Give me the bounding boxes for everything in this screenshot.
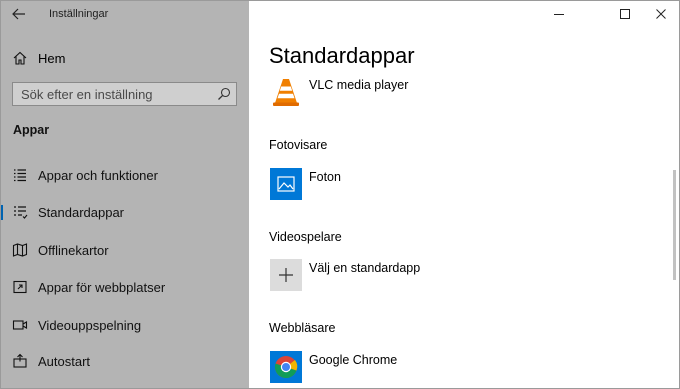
sidebar-item-apps-for-websites[interactable]: Appar för webbplatser <box>0 272 249 302</box>
search-icon[interactable] <box>217 87 231 101</box>
video-icon <box>12 320 28 330</box>
back-button[interactable] <box>10 5 28 23</box>
minimize-button[interactable] <box>542 0 576 28</box>
search-box[interactable] <box>12 82 237 106</box>
sidebar: Inställningar Hem Appar Appar och funkti… <box>0 0 249 389</box>
photo-app-name: Foton <box>309 170 341 184</box>
music-app-button[interactable]: VLC media player <box>270 76 600 110</box>
photo-app-button[interactable]: Foton <box>270 168 600 202</box>
close-button[interactable] <box>644 0 678 28</box>
section-title: Appar <box>13 123 50 137</box>
main-content: Standardappar VLC media player Fotovisar… <box>249 0 680 389</box>
home-link[interactable]: Hem <box>0 44 249 72</box>
chrome-icon <box>270 351 302 383</box>
window-title: Inställningar <box>49 8 109 20</box>
sidebar-item-label: Appar för webbplatser <box>38 280 166 295</box>
category-web-browser: Webbläsare <box>269 321 336 335</box>
home-icon <box>13 51 27 65</box>
category-video-player: Videospelare <box>269 230 342 244</box>
close-icon <box>656 9 666 19</box>
sidebar-item-label: Offlinekartor <box>38 243 109 258</box>
vlc-cone-icon <box>270 76 302 108</box>
sidebar-item-startup[interactable]: Autostart <box>0 346 249 376</box>
sidebar-item-label: Autostart <box>38 354 91 369</box>
plus-icon <box>270 259 302 291</box>
default-apps-icon <box>14 206 28 219</box>
page-title: Standardappar <box>269 43 415 68</box>
video-app-name: Välj en standardapp <box>309 261 421 275</box>
startup-icon <box>13 353 27 368</box>
back-arrow-icon <box>12 8 25 20</box>
scrollbar[interactable] <box>673 170 676 280</box>
browser-app-button[interactable]: Google Chrome <box>270 351 600 385</box>
photos-icon <box>270 168 302 200</box>
home-label: Hem <box>38 51 66 66</box>
sidebar-item-offline-maps[interactable]: Offlinekartor <box>0 235 249 265</box>
sidebar-item-label: Standardappar <box>38 205 125 220</box>
search-input[interactable] <box>21 85 211 103</box>
list-icon <box>14 169 26 182</box>
sidebar-item-apps-and-features[interactable]: Appar och funktioner <box>0 160 249 190</box>
category-photo-viewer: Fotovisare <box>269 138 328 152</box>
sidebar-item-default-apps[interactable]: Standardappar <box>0 197 249 227</box>
open-external-icon <box>13 280 27 294</box>
sidebar-item-video-playback[interactable]: Videouppspelning <box>0 310 249 340</box>
video-app-button[interactable]: Välj en standardapp <box>270 259 600 293</box>
sidebar-item-label: Appar och funktioner <box>38 168 158 183</box>
browser-app-name: Google Chrome <box>309 353 398 367</box>
minimize-icon <box>554 14 564 15</box>
music-app-name: VLC media player <box>309 78 409 92</box>
maximize-button[interactable] <box>608 0 642 28</box>
sidebar-item-label: Videouppspelning <box>38 318 142 333</box>
map-icon <box>12 243 28 257</box>
maximize-icon <box>620 9 630 19</box>
selection-indicator <box>0 205 3 220</box>
